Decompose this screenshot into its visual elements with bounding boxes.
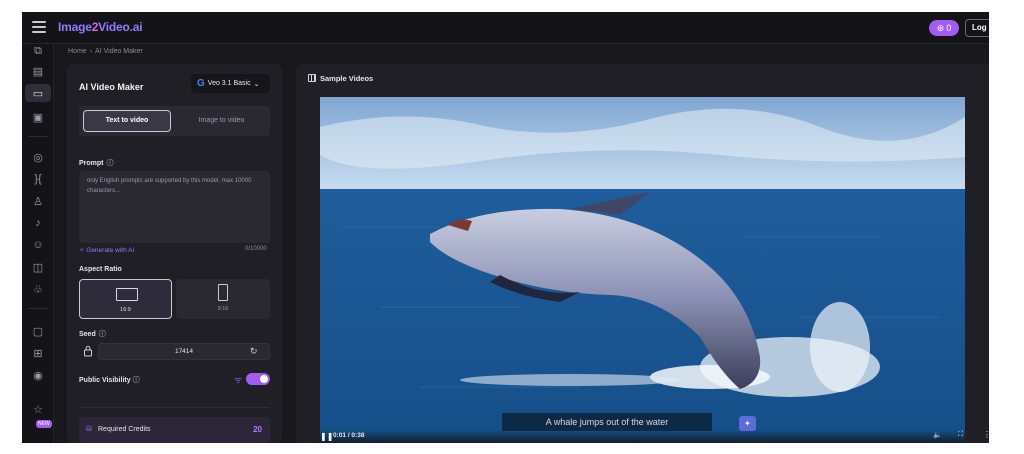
generate-with-ai-link[interactable]: ✧ Generate with AI: [79, 246, 134, 254]
prompt-input[interactable]: [79, 171, 270, 243]
broadcast-icon: ᯤ: [234, 375, 243, 385]
pause-icon[interactable]: ❚❚: [320, 432, 333, 441]
top-bar: Image2Video.ai ⊛ 0 Log i: [22, 12, 989, 44]
user-frame-icon[interactable]: ☺: [30, 238, 46, 252]
fullscreen-icon[interactable]: ⛶: [958, 431, 963, 439]
magic-wand-button[interactable]: ✦: [739, 416, 756, 431]
eye-icon[interactable]: ◎: [30, 150, 46, 164]
google-icon: G: [197, 78, 205, 89]
info-icon[interactable]: ⓘ: [133, 377, 140, 384]
required-credits-row: ⛁ Required Credits 20: [79, 417, 270, 443]
photo-icon[interactable]: ◫: [30, 260, 46, 274]
coin-icon: ⊛: [936, 22, 945, 33]
char-count: 0/10000: [245, 246, 267, 252]
landscape-icon: [116, 288, 138, 301]
aspect-9-16-label: 9:16: [217, 306, 229, 312]
video-time: 0:01 / 0:38: [333, 432, 365, 439]
document-icon[interactable]: ▤: [30, 64, 46, 78]
new-badge: NEW: [36, 420, 52, 428]
login-button[interactable]: Log i: [965, 19, 989, 37]
app-window: Image2Video.ai ⊛ 0 Log i ⧉ ▤ ▭ ▣ ◎ }{ ♙ …: [22, 12, 989, 443]
public-visibility-toggle[interactable]: [246, 373, 270, 385]
mute-icon[interactable]: 🔈: [933, 431, 942, 439]
tab-text-to-video[interactable]: Text to video: [83, 110, 171, 132]
credits-pill[interactable]: ⊛ 0: [929, 20, 959, 36]
logo[interactable]: Image2Video.ai: [58, 20, 143, 34]
sample-videos-title: Sample Videos: [320, 74, 374, 83]
model-name: Veo 3.1 Basic: [207, 80, 251, 87]
hamburger-menu-icon[interactable]: [32, 21, 46, 33]
chevron-down-icon: ⌄: [253, 80, 260, 88]
toggle-knob: [260, 375, 268, 383]
tab-image-to-video[interactable]: Image to video: [177, 110, 266, 132]
panel-title: AI Video Maker: [79, 82, 144, 92]
seed-input[interactable]: [98, 343, 270, 360]
info-icon[interactable]: ⓘ: [107, 160, 114, 167]
aspect-16-9-option[interactable]: 16:9: [79, 279, 172, 319]
portrait-icon: [218, 284, 228, 301]
lock-icon[interactable]: [83, 345, 93, 357]
sample-video-player[interactable]: A whale jumps out of the water ✦: [320, 97, 965, 443]
more-options-icon[interactable]: ⋮: [983, 430, 989, 439]
breadcrumb-home[interactable]: Home: [68, 48, 87, 55]
capture-icon[interactable]: ◉: [30, 368, 46, 382]
breadcrumb-separator: ›: [89, 48, 93, 55]
aspect-16-9-label: 16:9: [120, 307, 131, 313]
video-icon[interactable]: ▭: [25, 84, 51, 102]
aspect-9-16-option[interactable]: 9:16: [176, 279, 270, 319]
refresh-icon[interactable]: ↻: [250, 346, 258, 357]
generator-panel: AI Video Maker G Veo 3.1 Basic ⌄ Text to…: [67, 64, 282, 443]
required-credits-value: 20: [253, 425, 262, 434]
aspect-ratio-label: Aspect Ratio: [79, 266, 122, 273]
public-visibility-label: Public Visibility ⓘ: [79, 377, 140, 384]
people-icon[interactable]: ♙: [30, 194, 46, 208]
side-rail: ⧉ ▤ ▭ ▣ ◎ }{ ♙ ♪ ☺ ◫ ♧ ▢ ⊞ ◉ ☆ NEW: [22, 44, 54, 443]
video-frame: [320, 97, 965, 443]
panel-divider: [79, 407, 270, 408]
prompt-label: Prompt ⓘ: [79, 160, 114, 167]
breadcrumb-current: AI Video Maker: [95, 48, 143, 55]
coins-icon: ⛁: [86, 426, 92, 433]
code-icon[interactable]: }{: [30, 172, 46, 186]
required-credits-label: Required Credits: [98, 426, 151, 433]
rail-divider: [28, 136, 48, 137]
sample-videos-area: Sample Videos A whale jumps out of the w…: [296, 64, 989, 443]
model-select[interactable]: G Veo 3.1 Basic ⌄: [191, 74, 270, 93]
image-icon[interactable]: ▣: [30, 110, 46, 124]
mode-tabs: Text to video Image to video: [79, 106, 270, 136]
credits-count: 0: [946, 23, 952, 33]
info-icon[interactable]: ⓘ: [99, 331, 106, 338]
seed-label: Seed ⓘ: [79, 331, 106, 338]
video-caption: A whale jumps out of the water: [502, 413, 712, 431]
rail-divider: [28, 308, 48, 309]
camera-icon[interactable]: ⧉: [30, 44, 46, 58]
tv-icon[interactable]: ▢: [30, 324, 46, 338]
film-icon: [308, 74, 316, 82]
breadcrumb: Home › AI Video Maker: [68, 48, 143, 55]
star-icon[interactable]: ☆: [30, 402, 46, 416]
gallery-icon[interactable]: ⊞: [30, 346, 46, 360]
dancer-icon[interactable]: ♪: [30, 216, 46, 230]
group-icon[interactable]: ♧: [30, 282, 46, 296]
video-controls-bar: [320, 430, 965, 443]
